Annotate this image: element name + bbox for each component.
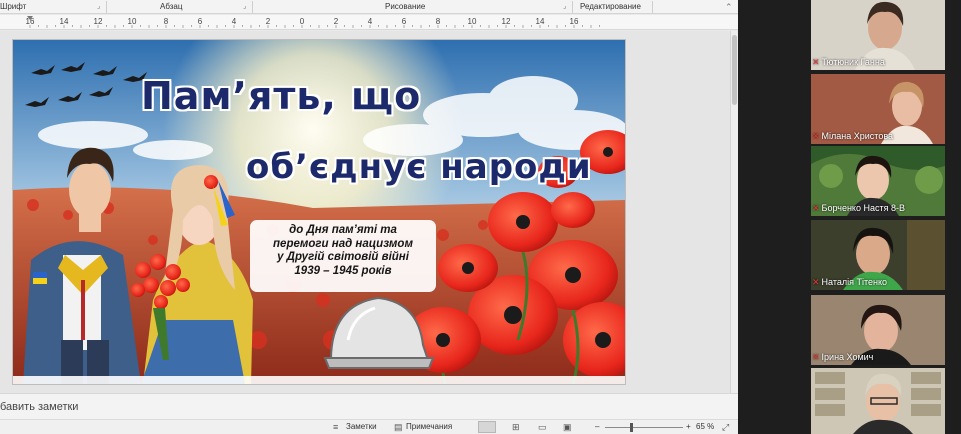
horizontal-ruler[interactable]: 16 14 12 10 8 6 4 2 0 2 4 6 8 10 12 14 16 [0,15,738,30]
ribbon-separator [106,1,107,13]
participant-tile[interactable]: ✕ Наталія Тітенко [811,220,945,290]
participant-name-tag: ✕ Наталія Тітенко [811,276,887,288]
ruler-label: 14 [60,17,69,26]
muted-mic-icon: ✕ [812,351,820,362]
ribbon-group-editing: Редактирование [580,2,641,11]
ruler-label: 2 [334,17,339,26]
subtitle-line: перемоги над нацизмом [273,237,413,250]
participant-name: Ірина Хомич [821,352,874,362]
status-bar: ≡ Заметки ▤ Примечания ⊞ ▭ ▣ – + 65 % ⤢ [0,419,738,434]
ruler-label: 0 [300,17,305,26]
subtitle-line: до Дня пам’яті та [289,224,397,236]
ribbon-group-font: Шрифт [0,2,27,11]
participant-tile[interactable]: ✕ Ірина Хомич [811,295,945,365]
paragraph-dialog-launcher-icon[interactable]: ⌟ [243,2,246,10]
ruler-label: 4 [368,17,373,26]
ruler-label: 12 [94,17,103,26]
fit-to-window-icon[interactable]: ⤢ [722,422,729,433]
presentation-editor: Шрифт ⌟ Абзац ⌟ Рисование ⌟ Редактирован… [0,0,738,434]
participant-name: Тютюник Ганна [821,57,885,67]
participant-tile[interactable]: ✕ Борченко Настя 8-В [811,146,945,216]
ribbon-separator [572,1,573,13]
participant-tile[interactable] [811,368,945,434]
ruler-label: 14 [536,17,545,26]
zoom-slider-track[interactable] [605,427,683,428]
ribbon-separator [252,1,253,13]
ruler-label: 4 [232,17,237,26]
notes-icon[interactable]: ≡ [333,422,338,432]
scrollbar-thumb[interactable] [732,35,737,105]
reading-view-icon[interactable]: ▭ [538,422,547,433]
participant-name-tag [811,420,812,432]
slide[interactable]: Пам’ять, що об’єднує народи до Дня пам’я… [13,40,625,384]
drawing-dialog-launcher-icon[interactable]: ⌟ [563,2,566,10]
notes-pane[interactable]: бавить заметки [0,393,738,419]
participant-tile[interactable]: ✕ Мілана Христова [811,74,945,144]
participant-name: Борченко Настя 8-В [821,203,905,213]
zoom-in-button[interactable]: + [686,422,691,431]
vertical-scrollbar[interactable] [730,31,738,393]
slide-title-line-2[interactable]: об’єднує народи [246,147,592,187]
muted-mic-icon: ✕ [812,276,820,287]
slideshow-icon[interactable]: ▣ [563,422,572,433]
ribbon-separator [652,1,653,13]
notes-placeholder[interactable]: бавить заметки [0,401,78,413]
slide-subtitle-box[interactable]: до Дня пам’яті та перемоги над нацизмом … [250,220,436,292]
subtitle-line: 1939 – 1945 років [294,264,392,277]
ruler-label: 6 [402,17,407,26]
participant-name-tag: ✕ Тютюник Ганна [811,56,885,68]
video-call-gallery: ✕ Тютюник Ганна ✕ Мілана Христова ✕ Борч… [738,0,961,434]
ruler-label: 10 [468,17,477,26]
slide-sorter-icon[interactable]: ⊞ [512,422,520,433]
ribbon-group-paragraph: Абзац [160,2,183,11]
participant-name-tag: ✕ Мілана Христова [811,130,893,142]
zoom-out-button[interactable]: – [595,422,599,431]
zoom-slider-thumb[interactable] [630,423,633,432]
participant-name-tag: ✕ Ірина Хомич [811,351,873,363]
ribbon-group-labels: Шрифт ⌟ Абзац ⌟ Рисование ⌟ Редактирован… [0,0,738,14]
ribbon-group-drawing: Рисование [385,2,426,11]
participant-name: Наталія Тітенко [821,277,888,287]
font-dialog-launcher-icon[interactable]: ⌟ [97,2,100,10]
ruler-label: 12 [502,17,511,26]
ruler-label: 8 [164,17,169,26]
slide-canvas[interactable]: Пам’ять, що об’єднує народи до Дня пам’я… [0,31,730,393]
comments-icon[interactable]: ▤ [394,422,403,433]
participant-tile[interactable]: ✕ Тютюник Ганна [811,0,945,70]
participant-name-tag: ✕ Борченко Настя 8-В [811,202,905,214]
zoom-level[interactable]: 65 % [696,422,714,431]
muted-mic-icon: ✕ [812,130,820,141]
subtitle-line: у Другій світовій війні [277,251,409,263]
muted-mic-icon: ✕ [812,202,820,213]
participant-name: Мілана Христова [821,131,894,141]
notes-button[interactable]: Заметки [346,422,377,431]
collapse-ribbon-icon[interactable]: ⌃ [725,2,733,13]
muted-mic-icon: ✕ [812,56,820,67]
ruler-label: 2 [266,17,271,26]
comments-button[interactable]: Примечания [406,422,452,431]
ruler-ticks: 16 14 12 10 8 6 4 2 0 2 4 6 8 10 12 14 16 [26,16,600,28]
ruler-label: 10 [128,17,137,26]
slide-title-line-1[interactable]: Пам’ять, що [141,74,421,118]
normal-view-button[interactable] [478,421,496,433]
ruler-label: 6 [198,17,203,26]
ruler-label: 8 [436,17,441,26]
participant-video [811,368,945,434]
ruler-label: 16 [570,17,579,26]
